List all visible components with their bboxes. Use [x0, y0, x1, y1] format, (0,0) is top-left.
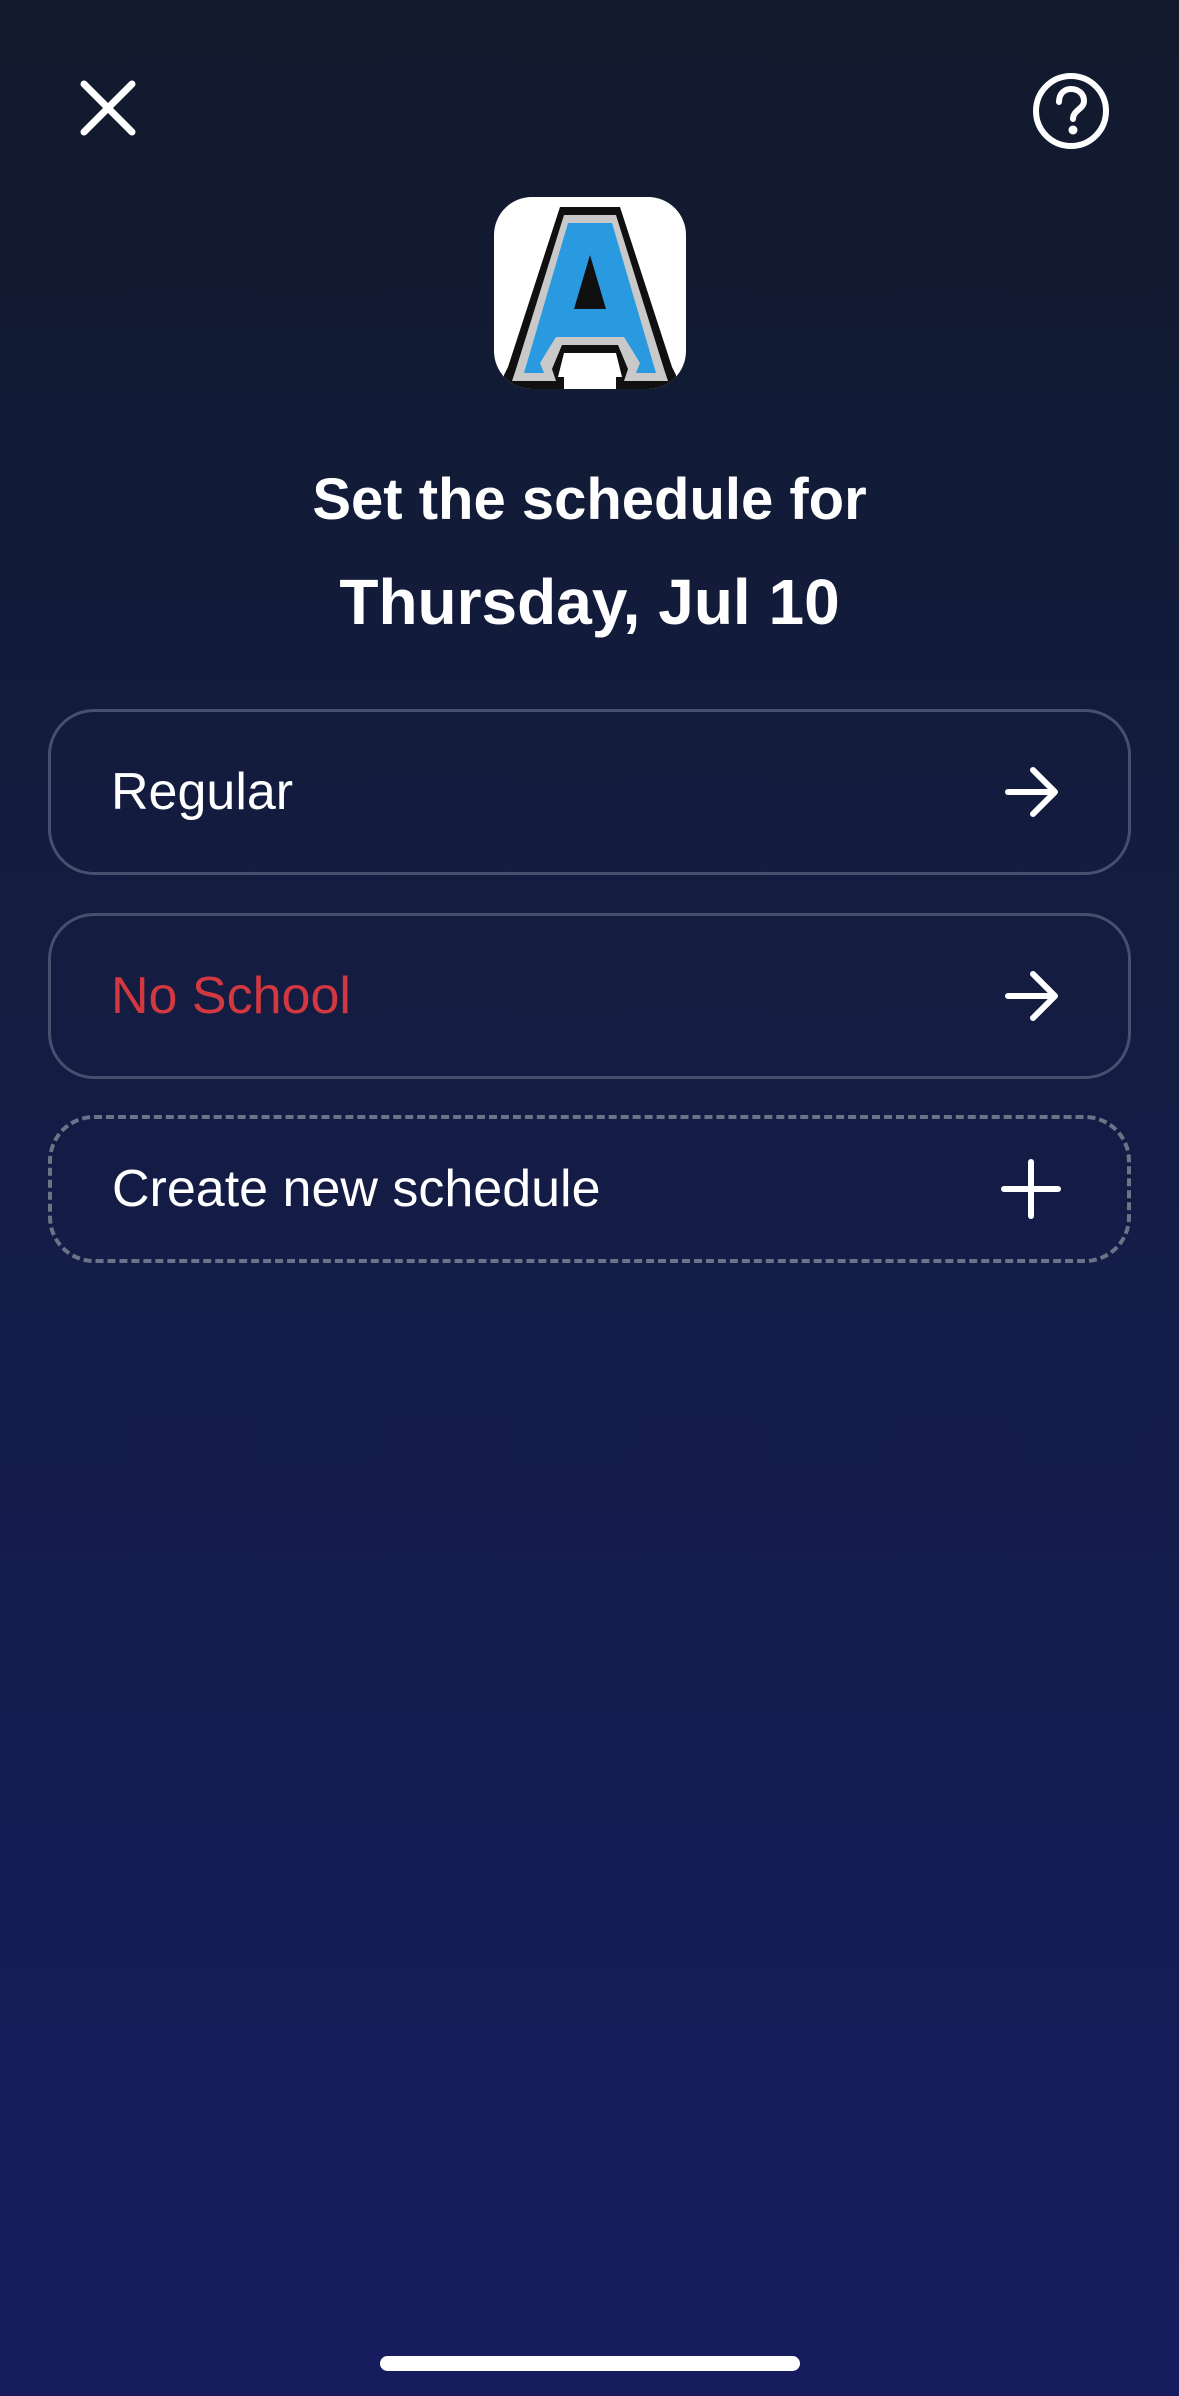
question-circle-icon — [1033, 73, 1109, 149]
schedule-heading: Set the schedule for — [312, 467, 867, 532]
close-button[interactable] — [66, 66, 150, 150]
create-schedule-button[interactable]: Create new schedule — [48, 1115, 1131, 1263]
home-indicator[interactable] — [380, 2356, 800, 2371]
option-label: Create new schedule — [112, 1160, 601, 1218]
option-label: No School — [111, 967, 351, 1025]
arrow-right-icon — [1000, 964, 1064, 1028]
plus-icon — [999, 1157, 1063, 1221]
option-label: Regular — [111, 763, 294, 821]
schedule-option-regular[interactable]: Regular — [48, 709, 1131, 875]
schedule-option-no-school[interactable]: No School — [48, 913, 1131, 1079]
close-icon — [80, 80, 136, 136]
app-logo — [494, 197, 686, 389]
arrow-right-icon — [1000, 760, 1064, 824]
schedule-date: Thursday, Jul 10 — [339, 566, 840, 638]
help-button[interactable] — [1026, 66, 1116, 156]
